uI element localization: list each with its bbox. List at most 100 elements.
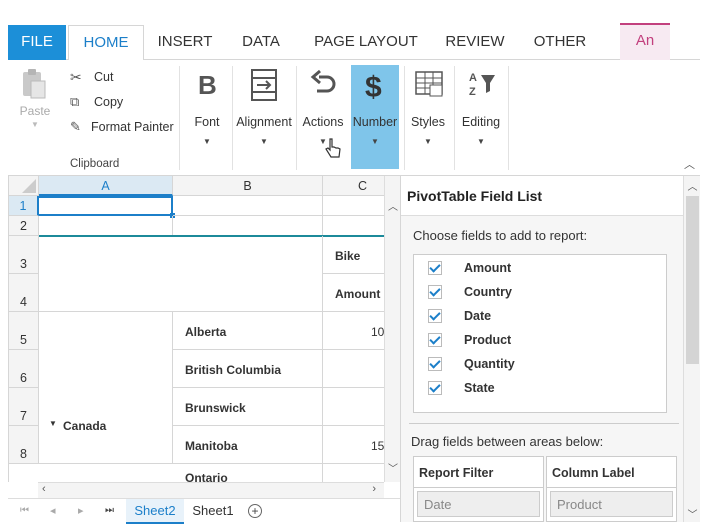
cell-c5[interactable]: 10 [323,312,384,350]
cell-c6[interactable] [323,350,384,388]
column-header-b[interactable]: B [173,176,323,196]
collapse-ribbon-icon[interactable]: ︿ [684,156,695,172]
ribbon-separator [296,66,297,170]
cell-b1[interactable] [173,196,323,216]
sheet-tab-sheet1[interactable]: Sheet1 [188,499,238,524]
copy-button[interactable]: ⧉ Copy [70,94,180,112]
paste-icon [23,69,46,99]
chevron-down-icon: ▼ [371,137,379,146]
row-header-6[interactable]: 6 [9,350,39,388]
cell-b6[interactable]: British Columbia [173,350,323,388]
grid-horizontal-scrollbar[interactable]: ‹ › [38,482,384,498]
report-filter-area[interactable]: Report Filter Date [413,456,544,522]
tab-insert[interactable]: INSERT [150,25,220,60]
column-label-item-product[interactable]: Product [550,491,673,517]
field-checkbox-state[interactable] [428,381,442,395]
field-checkbox-country[interactable] [428,285,442,299]
tab-data[interactable]: DATA [232,25,290,60]
cell-b5[interactable]: Alberta [173,312,323,350]
format-painter-label: Format Painter [91,120,174,134]
format-painter-button[interactable]: ✎ Format Painter [70,119,180,137]
choose-fields-label: Choose fields to add to report: [413,228,588,243]
cell-b8[interactable]: Manitoba [173,426,323,464]
tab-an[interactable]: An [620,23,670,60]
row-header-3[interactable]: 3 [9,236,39,274]
scroll-up-icon[interactable]: ︿ [385,198,401,213]
chevron-down-icon: ▼ [477,137,485,146]
format-painter-icon: ✎ [70,119,81,134]
tab-file[interactable]: FILE [8,25,66,60]
cut-label: Cut [94,70,114,84]
cell-b7[interactable]: Brunswick [173,388,323,426]
row-header-5[interactable]: 5 [9,312,39,350]
next-sheet-icon[interactable]: ▸ [78,504,84,517]
scroll-left-icon[interactable]: ‹ [42,483,46,495]
report-filter-item-date[interactable]: Date [417,491,540,517]
svg-text:B: B [198,70,217,99]
spreadsheet-grid: A B C 1 2 3 4 5 6 7 8 Bike Amount ▼ Cana… [8,176,384,482]
field-list-box: Amount Country Date Product Quantity Sta… [413,254,667,413]
sort-filter-icon: A Z [469,72,495,98]
column-label-area[interactable]: Column Label Product [546,456,677,522]
cell-c1[interactable] [323,196,384,216]
tab-page-layout[interactable]: PAGE LAYOUT [308,25,424,60]
pivot-divider [409,423,679,424]
cell-c2[interactable] [323,216,384,236]
cell-a1[interactable] [39,196,173,216]
add-sheet-icon[interactable]: + [248,504,262,518]
field-checkbox-date[interactable] [428,309,442,323]
last-sheet-icon[interactable]: ⏭ [105,505,114,516]
field-label-quantity: Quantity [464,357,515,371]
field-checkbox-amount[interactable] [428,261,442,275]
cell-c4[interactable]: Amount [323,274,384,312]
paste-button[interactable]: Paste ▼ [18,66,52,136]
row-header-2[interactable]: 2 [9,216,39,236]
cell-c3[interactable]: Bike [323,236,384,274]
pivot-corner-cell[interactable] [39,236,323,312]
select-all-corner[interactable] [9,176,39,196]
tab-other[interactable]: OTHER [526,25,594,60]
field-label-date: Date [464,309,492,323]
alignment-icon [251,69,277,101]
chevron-down-icon: ▼ [424,137,432,146]
column-header-a[interactable]: A [39,176,173,196]
paste-caret-icon: ▼ [31,120,39,129]
svg-text:$: $ [365,71,382,103]
collapse-arrow-icon[interactable]: ▼ [49,419,57,428]
grid-vertical-scrollbar[interactable]: ︿ ﹀ [384,176,400,482]
row-header-1[interactable]: 1 [9,196,39,216]
prev-sheet-icon[interactable]: ◂ [50,504,56,517]
cut-button[interactable]: ✂ Cut [70,69,180,87]
cell-b2[interactable] [173,216,323,236]
scroll-up-icon[interactable]: ︿ [684,178,701,193]
scrollbar-thumb[interactable] [686,196,699,364]
sheet-tab-sheet2[interactable]: Sheet2 [126,499,184,524]
alignment-button[interactable]: Alignment ▼ [234,65,294,169]
row-header-4[interactable]: 4 [9,274,39,312]
cell-c7[interactable] [323,388,384,426]
row-header-7[interactable]: 7 [9,388,39,426]
field-checkbox-product[interactable] [428,333,442,347]
cell-b9[interactable]: Ontario [173,464,323,482]
pivot-vertical-scrollbar[interactable]: ︿ ﹀ [683,176,700,522]
ribbon-tab-bar: FILE HOME INSERT DATA PAGE LAYOUT REVIEW… [8,23,700,61]
paste-label: Paste [19,104,51,118]
scroll-right-icon[interactable]: › [372,483,376,495]
styles-button[interactable]: Styles ▼ [408,65,448,169]
font-button[interactable]: B Font ▼ [188,65,226,169]
field-label-product: Product [464,333,512,347]
dollar-icon: $ [365,71,382,103]
country-row-label[interactable]: ▼ Canada [39,312,173,464]
column-header-c[interactable]: C [323,176,384,196]
cell-c8[interactable]: 15 [323,426,384,464]
tab-review[interactable]: REVIEW [440,25,510,60]
first-sheet-icon[interactable]: ⏮ [20,505,29,516]
row-header-8[interactable]: 8 [9,426,39,464]
field-checkbox-quantity[interactable] [428,357,442,371]
editing-button[interactable]: A Z Editing ▼ [458,65,504,169]
tab-home[interactable]: HOME [68,25,144,61]
cell-a2[interactable] [39,216,173,236]
number-button[interactable]: $ Number ▼ [351,65,399,169]
scroll-down-icon[interactable]: ﹀ [385,460,401,475]
scroll-down-icon[interactable]: ﹀ [684,506,701,521]
